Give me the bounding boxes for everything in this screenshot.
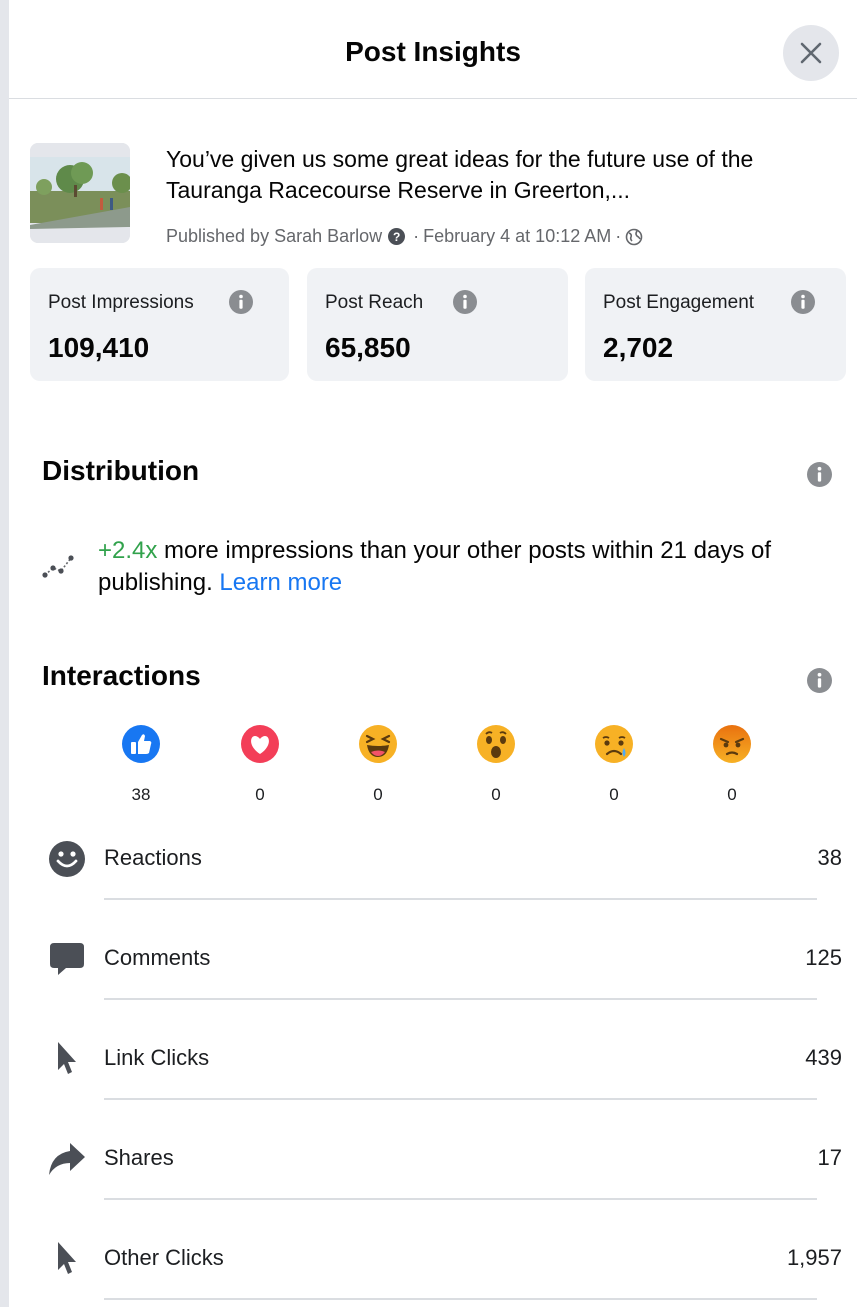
interaction-row-comments[interactable]: Comments 125 (42, 940, 842, 1040)
love-icon (241, 725, 279, 763)
metric-value: 109,410 (48, 332, 150, 363)
interaction-label: Other Clicks (104, 1245, 224, 1270)
metric-value: 2,702 (603, 332, 674, 363)
background-edge (0, 0, 9, 1307)
metric-card-reach: Post Reach 65,850 (307, 268, 568, 381)
post-insights-dialog: Post Insights You’ve given us some great… (9, 0, 857, 1307)
reaction-wow[interactable]: 0 (466, 724, 526, 805)
distribution-description: more impressions than your other posts w… (98, 537, 772, 596)
sad-icon (595, 725, 633, 763)
globe-icon (625, 228, 643, 245)
reaction-count: 0 (609, 785, 619, 804)
distribution-text: +2.4x more impressions than your other p… (98, 535, 843, 599)
metric-card-impressions: Post Impressions 109,410 (30, 268, 289, 381)
learn-more-link[interactable]: Learn more (219, 569, 342, 596)
trend-chart-icon (42, 555, 74, 578)
question-icon[interactable]: ? (388, 228, 406, 245)
reaction-sad[interactable]: 0 (584, 724, 644, 805)
like-icon (122, 725, 160, 763)
post-date[interactable]: February 4 at 10:12 AM (423, 226, 611, 247)
interaction-row-link-clicks[interactable]: Link Clicks 439 (42, 1040, 842, 1140)
share-icon (49, 1143, 85, 1175)
interaction-value: 38 (817, 845, 842, 870)
divider (104, 1098, 817, 1100)
reaction-love[interactable]: 0 (230, 724, 290, 805)
divider (104, 1298, 817, 1300)
haha-icon (359, 725, 397, 763)
metric-label: Post Engagement (603, 292, 755, 313)
reaction-count: 0 (491, 785, 501, 804)
close-button[interactable] (783, 25, 839, 81)
dialog-title: Post Insights (345, 36, 521, 67)
dialog-header: Post Insights (9, 0, 857, 99)
distribution-title: Distribution (42, 455, 200, 486)
interaction-row-shares[interactable]: Shares 17 (42, 1140, 842, 1240)
interaction-value: 17 (817, 1145, 842, 1170)
interaction-value: 125 (805, 945, 842, 970)
reaction-haha[interactable]: 0 (348, 724, 408, 805)
info-icon[interactable] (807, 462, 832, 487)
publisher-text: Published by Sarah Barlow (166, 226, 383, 246)
divider (104, 898, 817, 900)
interaction-label: Reactions (104, 845, 202, 870)
info-icon[interactable] (791, 290, 815, 314)
angry-icon (713, 725, 751, 763)
divider (104, 1198, 817, 1200)
cursor-icon (58, 1242, 76, 1274)
reaction-count: 0 (255, 785, 265, 804)
reaction-count: 0 (727, 785, 737, 804)
close-icon (800, 42, 822, 64)
meta-separator: · (413, 226, 420, 246)
post-text[interactable]: You’ve given us some great ideas for the… (166, 144, 836, 206)
metric-card-engagement: Post Engagement 2,702 (585, 268, 846, 381)
interaction-row-other-clicks[interactable]: Other Clicks 1,957 (42, 1240, 842, 1307)
info-icon[interactable] (453, 290, 477, 314)
interaction-value: 1,957 (786, 1245, 842, 1270)
post-thumbnail-image[interactable] (30, 143, 130, 243)
interaction-label: Shares (104, 1145, 174, 1170)
metric-value: 65,850 (325, 332, 411, 363)
comment-icon (50, 943, 84, 975)
meta-separator: · (615, 226, 622, 246)
distribution-multiplier: +2.4x (98, 537, 158, 564)
info-icon[interactable] (807, 668, 832, 693)
reaction-count: 0 (373, 785, 383, 804)
post-meta: Published by Sarah Barlow ? · February 4… (166, 226, 643, 247)
metric-label: Post Impressions (48, 292, 194, 313)
reaction-angry[interactable]: 0 (702, 724, 762, 805)
reaction-count: 38 (131, 785, 151, 804)
info-icon[interactable] (229, 290, 253, 314)
interactions-title: Interactions (42, 660, 201, 691)
interaction-label: Comments (104, 945, 211, 970)
smiley-icon (49, 841, 85, 877)
wow-icon (477, 725, 515, 763)
interaction-row-reactions[interactable]: Reactions 38 (42, 840, 842, 940)
divider (104, 998, 817, 1000)
cursor-icon (58, 1042, 76, 1074)
metric-label: Post Reach (325, 292, 424, 313)
interaction-value: 439 (805, 1045, 842, 1070)
interaction-label: Link Clicks (104, 1045, 210, 1070)
reaction-like[interactable]: 38 (111, 724, 171, 805)
